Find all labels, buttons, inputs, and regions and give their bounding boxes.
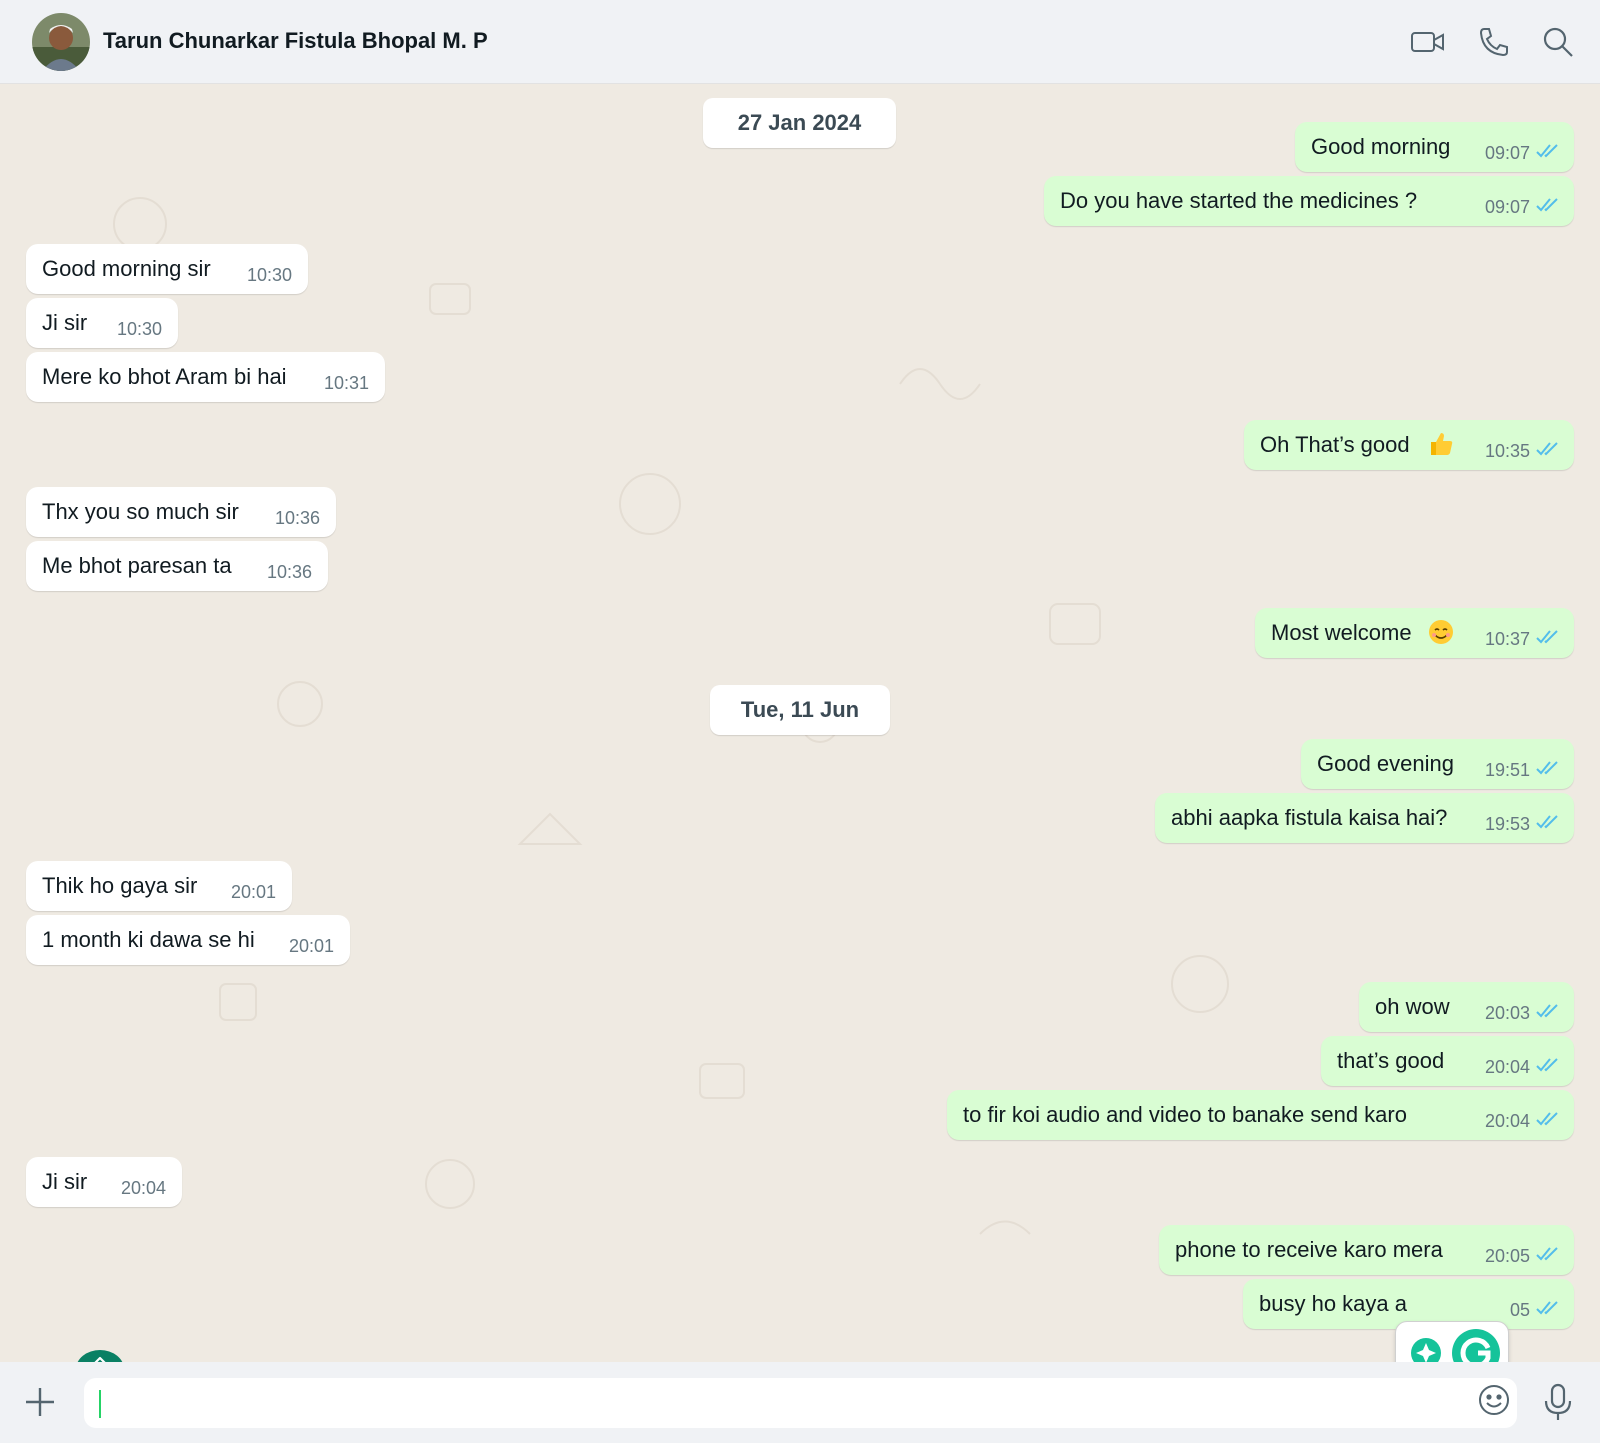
outgoing-message[interactable]: oh wow 20:03	[1359, 982, 1574, 1032]
read-ticks-icon	[1536, 630, 1558, 644]
read-ticks-icon	[1536, 761, 1558, 775]
incoming-message[interactable]: Ji sir 20:04	[26, 1157, 182, 1207]
incoming-message[interactable]: Me bhot paresan ta 10:36	[26, 541, 328, 591]
message-time: 10:35	[1484, 441, 1530, 461]
message-time: 10:30	[246, 265, 292, 285]
read-ticks-icon	[1536, 1301, 1558, 1315]
incoming-message[interactable]: Good morning sir 10:30	[26, 244, 308, 294]
chat-pane[interactable]: 27 Jan 2024 Tue, 11 Jun Good morning 09:…	[0, 84, 1600, 1362]
message-text: Good morning	[1311, 134, 1451, 159]
message-time: 20:04	[1484, 1111, 1530, 1131]
message-text: Thik ho gaya sir	[42, 873, 198, 898]
contact-name[interactable]: Tarun Chunarkar Fistula Bhopal M. P	[103, 28, 488, 54]
text-caret	[99, 1390, 101, 1418]
composer-bar	[0, 1362, 1600, 1443]
read-ticks-icon	[1536, 442, 1558, 456]
message-time: 10:36	[266, 562, 312, 582]
outgoing-message[interactable]: phone to receive karo mera 20:05	[1159, 1225, 1574, 1275]
outgoing-message[interactable]: Most welcome 10:37	[1255, 608, 1574, 658]
emoji-icon[interactable]	[1476, 1382, 1512, 1418]
microphone-icon[interactable]	[1540, 1382, 1576, 1422]
message-time: 09:07	[1484, 143, 1530, 163]
message-text: phone to receive karo mera	[1175, 1237, 1443, 1262]
message-text: oh wow	[1375, 994, 1450, 1019]
message-text: Ji sir	[42, 1169, 88, 1194]
video-call-icon[interactable]	[1410, 24, 1446, 60]
message-text: busy ho kaya a	[1259, 1291, 1407, 1316]
message-text: Ji sir	[42, 310, 88, 335]
message-text: Oh That’s good	[1260, 432, 1410, 457]
message-time: 09:07	[1484, 197, 1530, 217]
message-text: Me bhot paresan ta	[42, 553, 232, 578]
read-ticks-icon	[1536, 1058, 1558, 1072]
message-time: 10:30	[116, 319, 162, 339]
message-time: 19:51	[1484, 760, 1530, 780]
date-separator: Tue, 11 Jun	[710, 685, 890, 735]
message-time: 19:53	[1484, 814, 1530, 834]
message-text: Do you have started the medicines ?	[1060, 188, 1418, 213]
incoming-message[interactable]: Mere ko bhot Aram bi hai 10:31	[26, 352, 385, 402]
message-text: Mere ko bhot Aram bi hai	[42, 364, 287, 389]
read-ticks-icon	[1536, 815, 1558, 829]
message-time: 10:31	[323, 373, 369, 393]
thumbs-up-emoji-icon	[1431, 433, 1453, 455]
incoming-message[interactable]: Ji sir 10:30	[26, 298, 178, 348]
outgoing-message[interactable]: abhi aapka fistula kaisa hai? 19:53	[1155, 793, 1574, 843]
incoming-message[interactable]: 1 month ki dawa se hi 20:01	[26, 915, 350, 965]
outgoing-message[interactable]: Oh That’s good 10:35	[1244, 420, 1574, 470]
message-text: Good evening	[1317, 751, 1454, 776]
search-icon[interactable]	[1540, 24, 1576, 60]
message-time: 20:04	[120, 1178, 166, 1198]
message-text: Most welcome	[1271, 620, 1412, 645]
read-ticks-icon	[1536, 1004, 1558, 1018]
chat-header: Tarun Chunarkar Fistula Bhopal M. P	[0, 0, 1600, 84]
date-separator: 27 Jan 2024	[703, 98, 896, 148]
message-time: 20:04	[1484, 1057, 1530, 1077]
incoming-message[interactable]: Thx you so much sir 10:36	[26, 487, 336, 537]
read-ticks-icon	[1536, 1247, 1558, 1261]
message-time: 20:05	[1484, 1246, 1530, 1266]
message-time: 20:01	[230, 882, 276, 902]
message-time: 05	[1509, 1300, 1530, 1320]
message-text: that’s good	[1337, 1048, 1445, 1073]
message-time: 10:37	[1484, 629, 1530, 649]
read-ticks-icon	[1536, 144, 1558, 158]
plus-icon[interactable]	[22, 1384, 58, 1420]
message-time: 10:36	[274, 508, 320, 528]
message-text: 1 month ki dawa se hi	[42, 927, 255, 952]
outgoing-message[interactable]: to fir koi audio and video to banake sen…	[947, 1090, 1574, 1140]
message-text: abhi aapka fistula kaisa hai?	[1171, 805, 1448, 830]
message-time: 20:01	[288, 936, 334, 956]
message-input[interactable]	[84, 1378, 1517, 1428]
outgoing-message[interactable]: that’s good 20:04	[1321, 1036, 1574, 1086]
message-text: Thx you so much sir	[42, 499, 239, 524]
outgoing-message[interactable]: Good evening 19:51	[1301, 739, 1574, 789]
outgoing-message[interactable]: Do you have started the medicines ? 09:0…	[1044, 176, 1574, 226]
message-text: to fir koi audio and video to banake sen…	[963, 1102, 1407, 1127]
message-text: Good morning sir	[42, 256, 211, 281]
read-ticks-icon	[1536, 1112, 1558, 1126]
outgoing-message[interactable]: Good morning 09:07	[1295, 122, 1574, 172]
incoming-message[interactable]: Thik ho gaya sir 20:01	[26, 861, 292, 911]
voice-call-icon[interactable]	[1476, 24, 1512, 60]
read-ticks-icon	[1536, 198, 1558, 212]
message-time: 20:03	[1484, 1003, 1530, 1023]
contact-avatar[interactable]	[32, 13, 90, 71]
smiling-face-emoji-icon	[1429, 620, 1453, 644]
